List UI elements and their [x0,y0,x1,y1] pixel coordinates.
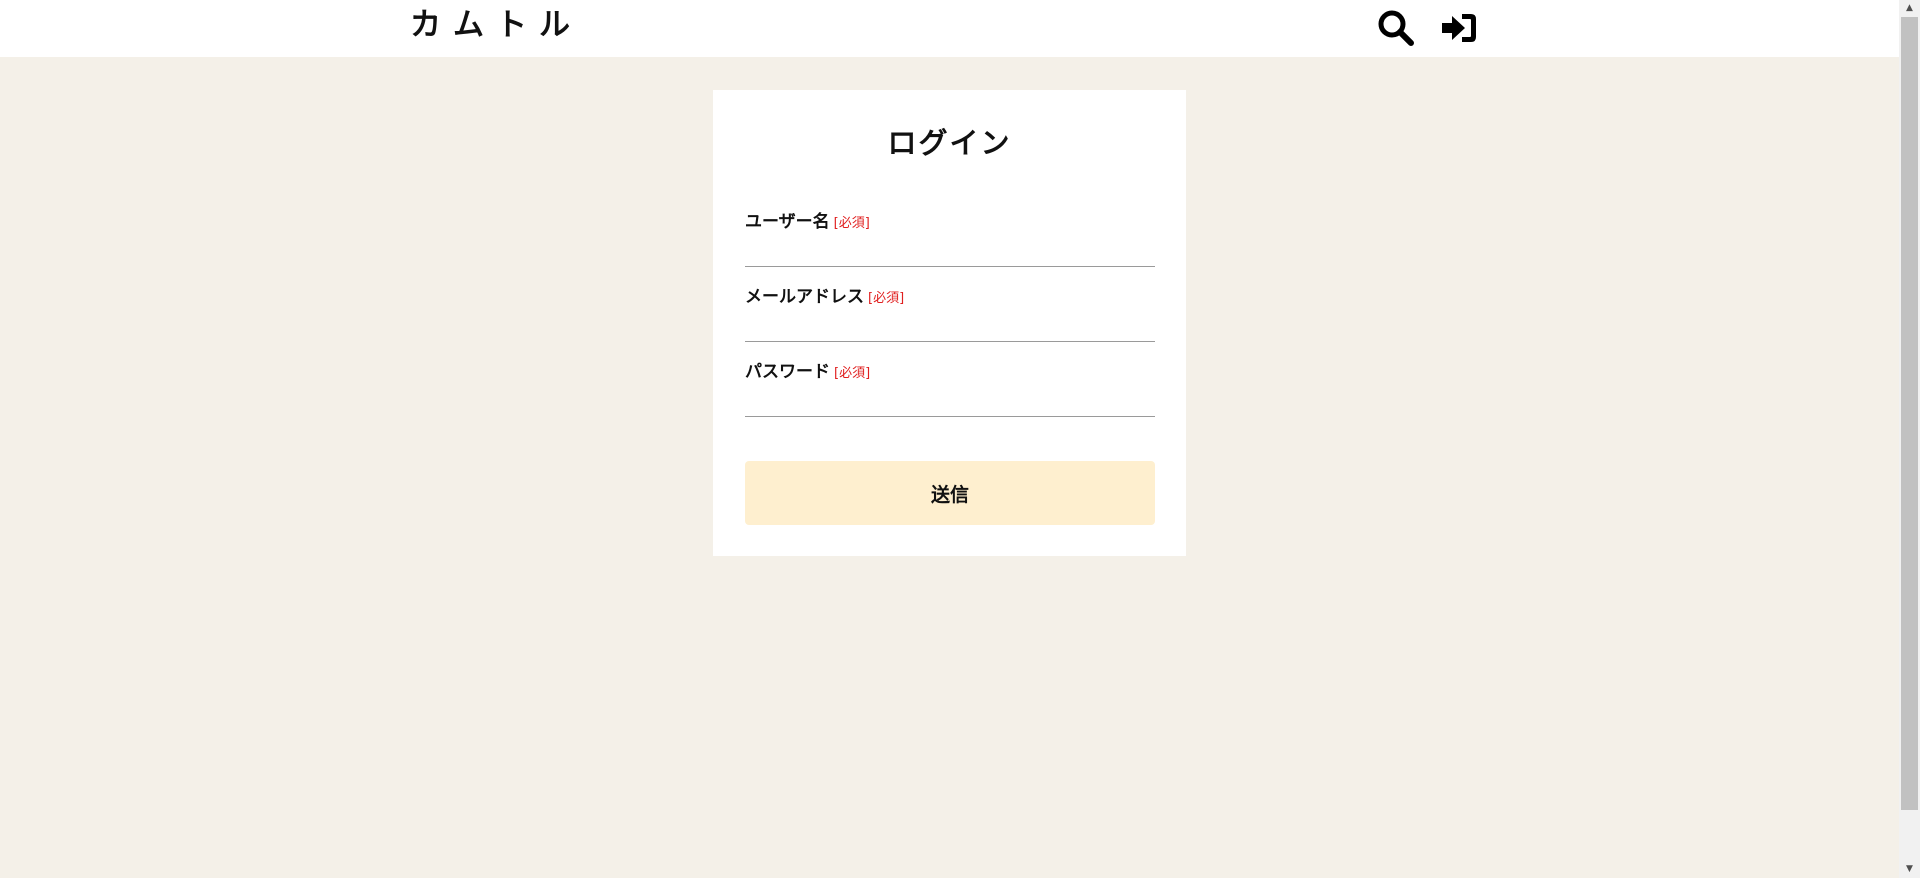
password-field-group: パスワード [必須] [745,357,1155,417]
submit-button[interactable]: 送信 [745,461,1155,525]
username-label: ユーザー名 [必須] [745,207,870,232]
password-label-text: パスワード [745,362,830,382]
login-card: ログイン ユーザー名 [必須] メールアドレス [必須] パスワード [必須] 送信 [713,90,1186,556]
site-logo[interactable]: カムトル [410,4,582,46]
username-input[interactable] [745,237,1155,267]
username-field-group: ユーザー名 [必須] [745,207,1155,267]
email-label: メールアドレス [必須] [745,282,904,307]
email-input[interactable] [745,312,1155,342]
scroll-up-arrow-icon[interactable]: ▲ [1899,0,1920,17]
password-input[interactable] [745,387,1155,417]
required-marker: [必須] [868,291,905,306]
email-field-group: メールアドレス [必須] [745,282,1155,342]
page-title: ログイン [887,126,1012,160]
username-label-text: ユーザー名 [745,212,830,232]
password-label: パスワード [必須] [745,357,870,382]
scroll-down-arrow-icon[interactable]: ▼ [1899,861,1920,878]
vertical-scrollbar[interactable]: ▲ ▼ [1899,0,1920,878]
sign-in-icon[interactable] [1440,8,1480,48]
page: カムトル ログイン ユーザー名 [必須] メールアドレス [必須] パスワード … [0,0,1920,878]
required-marker: [必須] [834,366,871,381]
required-marker: [必須] [833,216,870,231]
search-icon[interactable] [1376,8,1416,48]
scrollbar-thumb[interactable] [1901,17,1918,810]
email-label-text: メールアドレス [745,287,864,307]
site-header: カムトル [0,0,1899,57]
